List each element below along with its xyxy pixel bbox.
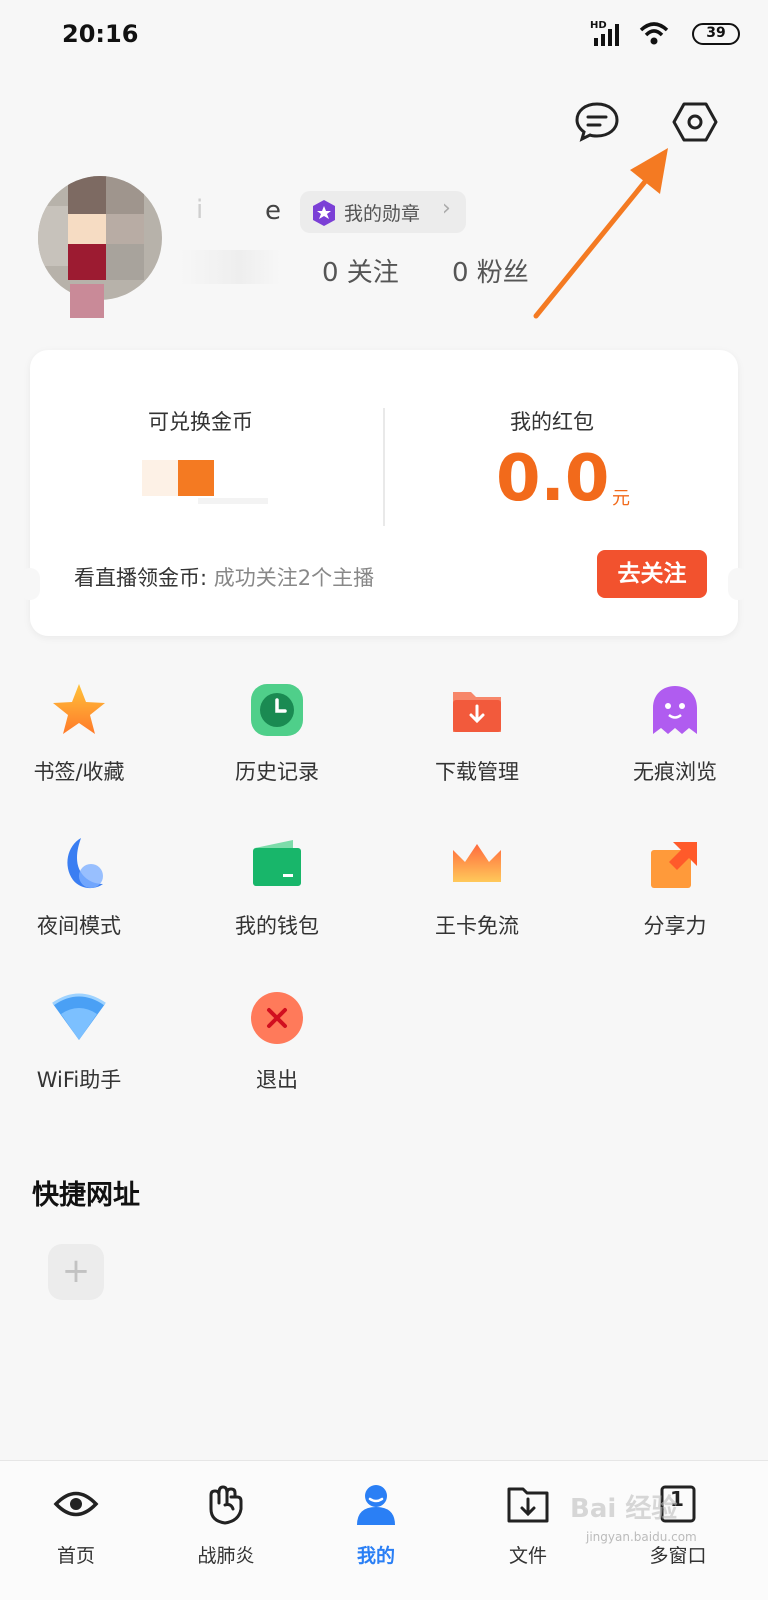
username-blur: i [196,195,234,225]
watermark: Bai 经验 [570,1494,678,1524]
status-time: 20:16 [62,20,139,48]
grid-item-share[interactable]: 分享力 [590,836,760,966]
ghost-icon [653,686,697,734]
nav-home[interactable]: 首页 [16,1477,136,1577]
grid-label: 退出 [256,1068,298,1092]
followers-count[interactable]: 0 粉丝 [452,252,529,289]
status-bar: 20:16 HD 39 [0,0,768,72]
user-id-blur [180,250,280,284]
redpacket-label[interactable]: 我的红包 [510,406,594,436]
grid-item-downloads[interactable]: 下载管理 [392,682,562,812]
nav-label: 战肺炎 [197,1545,255,1567]
medal-icon [313,200,335,226]
chevron-right-icon: › [442,196,451,221]
card-divider [383,408,385,526]
card-notch-left [20,568,40,600]
nav-fight-pneumonia[interactable]: 战肺炎 [166,1477,286,1577]
live-label: 看直播领金币: [74,566,208,590]
wallet-icon [253,840,301,886]
my-medal-button[interactable]: 我的勋章 › [300,191,466,233]
grid-label: 王卡免流 [435,914,519,938]
nav-mine[interactable]: 我的 [316,1477,436,1577]
grid-item-history[interactable]: 历史记录 [192,682,362,812]
share-icon [651,842,697,888]
live-coins-text: 看直播领金币: 成功关注2个主播 [74,562,374,592]
grid-label: 我的钱包 [235,914,319,938]
grid-item-wangka[interactable]: 王卡免流 [392,836,562,966]
grid-label: 夜间模式 [37,914,121,938]
star-icon [53,684,105,734]
medal-label: 我的勋章 [344,203,421,225]
grid-item-exit[interactable]: 退出 [192,990,362,1120]
redpacket-unit: 元 [612,488,630,509]
username: e [265,196,281,226]
settings-hexagon-icon[interactable] [672,100,718,144]
shortcuts-title: 快捷网址 [32,1180,140,1211]
redpacket-value[interactable]: 0.0 [496,442,609,516]
coins-value-blur-2 [178,460,214,496]
wifi-icon [52,993,106,1040]
wifi-status-icon [639,22,669,45]
nav-label: 我的 [356,1545,395,1567]
file-download-icon [507,1487,549,1523]
grid-label: WiFi助手 [36,1068,122,1092]
exit-icon [251,992,303,1044]
following-count[interactable]: 0 关注 [322,252,399,289]
signal-icon [594,24,619,46]
status-icons: HD 39 [590,20,740,50]
wallet-card: 可兑换金币 我的红包 0.0 元 看直播领金币: 成功关注2个主播 去关注 [20,350,748,636]
live-sub: 成功关注2个主播 [213,566,375,590]
nav-label: 文件 [508,1545,547,1567]
grid-label: 书签/收藏 [33,760,125,784]
crown-icon [453,844,501,882]
coins-value-blur [142,460,178,496]
grid-item-wifi[interactable]: WiFi助手 [0,990,164,1120]
grid-label: 下载管理 [435,760,519,784]
grid-item-night-mode[interactable]: 夜间模式 [0,836,164,966]
eye-icon [53,1491,99,1517]
grid-item-wallet[interactable]: 我的钱包 [192,836,362,966]
add-shortcut-button[interactable]: + [48,1244,104,1300]
fist-icon [209,1485,243,1525]
moon-icon [67,838,103,889]
battery-indicator: 39 [692,23,740,45]
grid-item-incognito[interactable]: 无痕浏览 [590,682,760,812]
grid-label: 无痕浏览 [633,760,717,784]
person-icon [357,1485,395,1525]
avatar[interactable] [38,176,162,300]
avatar-blur [70,284,104,318]
clock-icon [251,684,303,736]
card-notch-right [728,568,748,600]
annotation-arrow [533,148,668,319]
download-folder-icon [453,692,501,732]
go-follow-button[interactable]: 去关注 [597,550,707,598]
message-icon[interactable] [574,100,620,142]
watermark-sub: jingyan.baidu.com [586,1530,697,1544]
grid-label: 分享力 [643,914,707,938]
grid-label: 历史记录 [235,760,319,784]
coins-label[interactable]: 可兑换金币 [148,406,253,436]
coins-value-blur-3 [198,498,268,504]
nav-label: 多窗口 [649,1545,707,1567]
grid-item-bookmarks[interactable]: 书签/收藏 [0,682,164,812]
nav-label: 首页 [56,1545,95,1567]
